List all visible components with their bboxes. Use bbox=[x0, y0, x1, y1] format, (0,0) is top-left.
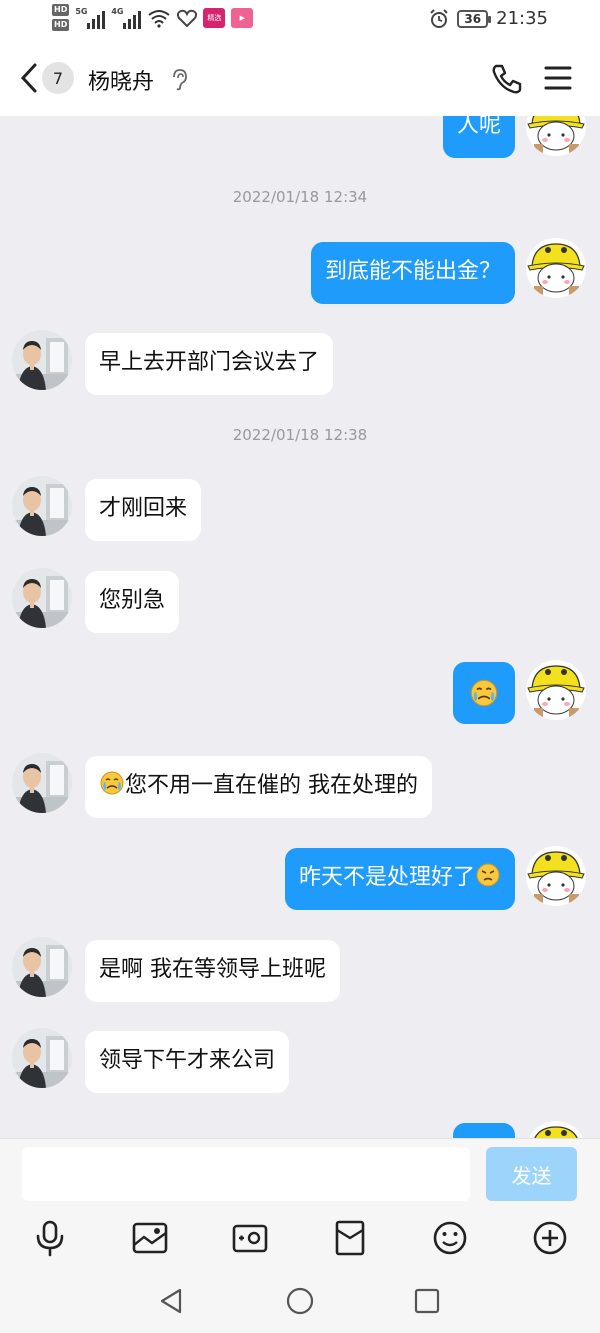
contact-avatar[interactable] bbox=[12, 568, 72, 628]
microphone-icon[interactable] bbox=[30, 1218, 70, 1258]
camera-icon[interactable] bbox=[230, 1218, 270, 1258]
ear-icon bbox=[173, 69, 187, 91]
chat-header: 7 杨晓舟 bbox=[0, 40, 600, 116]
message-bubble[interactable]: 到底能不能出金？ bbox=[310, 242, 515, 304]
crying-emoji-icon bbox=[469, 678, 499, 708]
message-bubble[interactable]: 您不用一直在催的 我在处理的 bbox=[85, 756, 432, 818]
send-button[interactable]: 发送 bbox=[486, 1147, 577, 1201]
image-icon[interactable] bbox=[130, 1218, 170, 1258]
message-text: 昨天不是处理好了 bbox=[298, 865, 475, 890]
message-list[interactable]: 人呢 2022/01/18 12:34 到底能不能出金？ 早上去开部门会议去了 … bbox=[0, 116, 600, 1138]
wifi-icon bbox=[148, 9, 170, 28]
message-input[interactable] bbox=[22, 1147, 470, 1201]
emoji-icon[interactable] bbox=[430, 1218, 470, 1258]
battery-indicator: 36 bbox=[457, 9, 491, 28]
contact-name[interactable]: 杨晓舟 bbox=[88, 64, 154, 96]
contact-avatar[interactable] bbox=[12, 330, 72, 390]
chevron-left-icon[interactable] bbox=[18, 62, 40, 94]
emoji-message-bubble[interactable] bbox=[453, 662, 515, 724]
input-toolbar bbox=[0, 1212, 600, 1266]
unread-count-badge[interactable]: 7 bbox=[42, 62, 74, 94]
back-triangle-icon[interactable] bbox=[156, 1286, 186, 1316]
message-text: 您不用一直在催的 我在处理的 bbox=[125, 773, 418, 798]
message-bubble[interactable]: 是啊 我在等领导上班呢 bbox=[85, 940, 340, 1002]
hd-indicator: HD HD bbox=[52, 4, 70, 31]
my-avatar[interactable] bbox=[526, 116, 586, 156]
message-bubble[interactable]: 昨天不是处理好了 bbox=[284, 848, 515, 910]
annoyed-emoji-icon bbox=[475, 862, 501, 888]
contact-avatar[interactable] bbox=[12, 753, 72, 813]
message-bubble[interactable]: 早上去开部门会议去了 bbox=[85, 333, 334, 395]
message-bubble[interactable]: 才刚回来 bbox=[85, 479, 202, 541]
timestamp: 2022/01/18 12:34 bbox=[232, 188, 368, 206]
contact-avatar[interactable] bbox=[12, 937, 72, 997]
status-bar: HD HD 5G 4G 精选 ▶ 36 21:35 bbox=[0, 0, 600, 40]
input-bar: 发送 bbox=[0, 1138, 600, 1212]
message-bubble[interactable]: 您别急 bbox=[85, 571, 180, 633]
my-avatar[interactable] bbox=[526, 846, 586, 906]
message-bubble[interactable]: 领导下午才来公司 bbox=[85, 1031, 290, 1093]
status-right: 36 21:35 bbox=[429, 8, 548, 29]
red-packet-icon[interactable] bbox=[330, 1218, 370, 1258]
my-avatar[interactable] bbox=[526, 660, 586, 720]
hd-label-1: HD bbox=[52, 4, 70, 16]
my-avatar[interactable] bbox=[526, 1121, 586, 1138]
signal-5g-icon: 5G bbox=[75, 6, 106, 29]
my-avatar[interactable] bbox=[526, 238, 586, 298]
signal-4g-label: 4G bbox=[111, 6, 124, 16]
message-bubble[interactable] bbox=[453, 1123, 515, 1138]
contact-avatar[interactable] bbox=[12, 476, 72, 536]
contact-avatar[interactable] bbox=[12, 1028, 72, 1088]
phone-icon[interactable] bbox=[490, 62, 524, 96]
heart-app-icon bbox=[177, 9, 198, 27]
status-left: HD HD 5G 4G 精选 ▶ bbox=[52, 4, 254, 31]
video-app-icon: ▶ bbox=[231, 7, 254, 28]
hd-label-2: HD bbox=[52, 19, 70, 31]
alarm-icon bbox=[430, 8, 449, 28]
signal-5g-label: 5G bbox=[75, 6, 88, 16]
crying-emoji-icon bbox=[99, 770, 125, 796]
app-badge-label: 精选 bbox=[207, 13, 222, 22]
recents-square-icon[interactable] bbox=[412, 1286, 442, 1316]
system-nav-bar bbox=[0, 1266, 600, 1333]
signal-4g-icon: 4G bbox=[111, 6, 142, 29]
app-badge: 精选 bbox=[203, 7, 226, 28]
clock: 21:35 bbox=[496, 8, 548, 29]
home-circle-icon[interactable] bbox=[285, 1286, 315, 1316]
timestamp: 2022/01/18 12:38 bbox=[232, 426, 368, 444]
message-bubble[interactable]: 人呢 bbox=[442, 116, 515, 158]
plus-icon[interactable] bbox=[530, 1218, 570, 1258]
menu-icon[interactable] bbox=[544, 64, 572, 92]
